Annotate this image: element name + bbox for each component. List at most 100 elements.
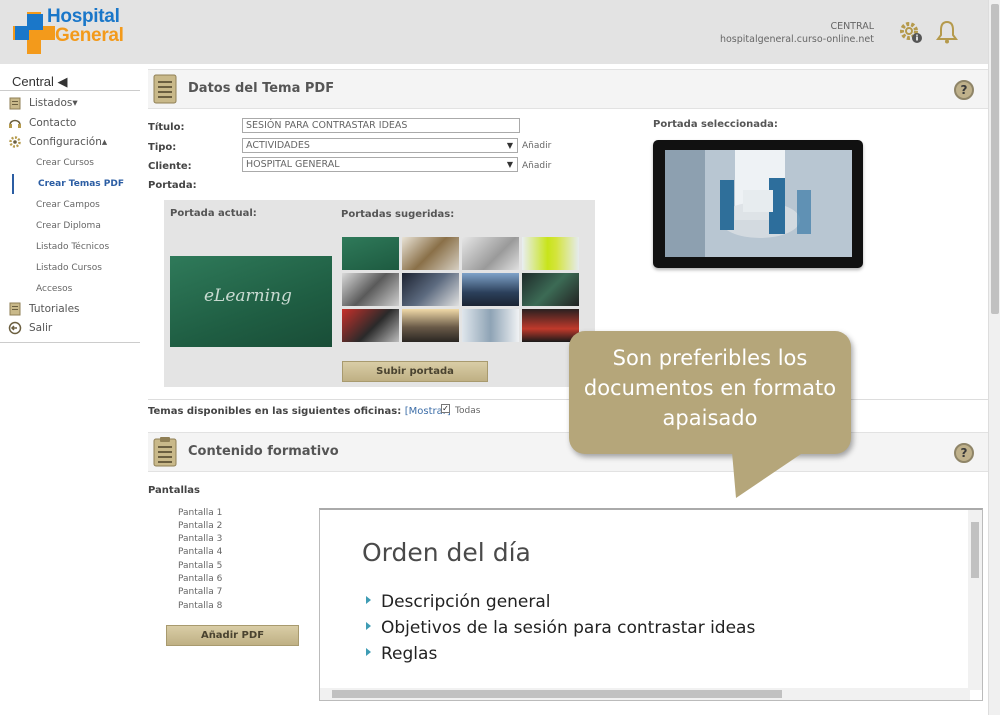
dropdown-arrow-icon: ▼	[506, 141, 513, 150]
page-scrollbar-thumb[interactable]	[991, 4, 999, 314]
portada-label: Portada:	[148, 180, 197, 191]
portada-actual-label: Portada actual:	[170, 208, 257, 219]
suggested-cover-8[interactable]	[522, 273, 579, 306]
sidebar-subitem-accesos[interactable]: Accesos	[36, 284, 72, 294]
sidebar-item-tutoriales[interactable]: Tutoriales	[8, 302, 80, 316]
suggested-cover-1[interactable]	[342, 237, 399, 270]
suggested-cover-3[interactable]	[462, 237, 519, 270]
sidebar-item-label: Salir	[29, 322, 53, 334]
preview-horizontal-thumb[interactable]	[332, 690, 782, 698]
pantalla-item[interactable]: Pantalla 8	[178, 601, 222, 611]
portada-seleccionada-label: Portada seleccionada:	[653, 119, 778, 130]
hospital-logo[interactable]: Hospital General	[13, 6, 138, 57]
panel-title: Contenido formativo	[188, 444, 339, 459]
suggested-covers-grid	[342, 237, 580, 343]
sidebar-item-listados[interactable]: Listados▾	[8, 96, 78, 110]
pantalla-item[interactable]: Pantalla 2	[178, 521, 222, 531]
preview-bullet: Reglas	[366, 644, 437, 664]
sidebar-item-salir[interactable]: Salir	[8, 321, 52, 335]
cliente-label: Cliente:	[148, 161, 192, 172]
panel-contenido-header: Contenido formativo ?	[148, 432, 988, 472]
sidebar-subitem-crear-diploma[interactable]: Crear Diploma	[36, 221, 101, 231]
suggested-cover-5[interactable]	[342, 273, 399, 306]
center-info: CENTRAL hospitalgeneral.curso-online.net	[720, 20, 874, 46]
clipboard-icon	[9, 97, 21, 110]
sidebar-divider	[0, 342, 140, 343]
headset-icon	[9, 119, 21, 128]
tip-line: documentos en formato	[583, 376, 837, 400]
todas-label: Todas	[455, 406, 481, 416]
document-icon	[153, 74, 177, 104]
sidebar-subitem-listado-cursos[interactable]: Listado Cursos	[36, 263, 102, 273]
cliente-add-link[interactable]: Añadir	[522, 161, 551, 171]
suggested-cover-9[interactable]	[342, 309, 399, 342]
current-cover-text: eLearning	[204, 286, 292, 306]
pantalla-item[interactable]: Pantalla 4	[178, 547, 222, 557]
sidebar-title[interactable]: Central ◀	[12, 74, 68, 90]
sidebar-subitem-listado-tecnicos[interactable]: Listado Técnicos	[36, 242, 109, 252]
page-scrollbar[interactable]	[988, 0, 1000, 715]
gear-icon	[9, 136, 21, 148]
titulo-label: Título:	[148, 122, 185, 133]
preview-vertical-thumb[interactable]	[971, 522, 979, 578]
pdf-preview[interactable]: Orden del día Descripción general Objeti…	[319, 508, 983, 701]
sidebar-item-label: Configuración▴	[29, 136, 108, 148]
preview-vertical-scrollbar[interactable]	[968, 510, 982, 690]
pantalla-item[interactable]: Pantalla 7	[178, 587, 222, 597]
todas-checkbox[interactable]: ✓	[441, 404, 450, 413]
exit-icon	[8, 321, 22, 335]
sidebar-subitem-crear-cursos[interactable]: Crear Cursos	[36, 158, 94, 168]
document-icon	[153, 437, 177, 467]
current-cover-image: eLearning	[170, 256, 332, 347]
help-icon[interactable]: ?	[954, 443, 974, 463]
tipo-add-link[interactable]: Añadir	[522, 141, 551, 151]
pantalla-item[interactable]: Pantalla 5	[178, 561, 222, 571]
preview-bullet: Descripción general	[366, 592, 551, 612]
sidebar-subitem-crear-temas-pdf[interactable]: Crear Temas PDF	[38, 179, 124, 189]
pantalla-item[interactable]: Pantalla 1	[178, 508, 222, 518]
sidebar-item-label: Listados▾	[29, 97, 78, 109]
suggested-cover-4[interactable]	[522, 237, 579, 270]
preview-horizontal-scrollbar[interactable]	[320, 688, 970, 700]
tipo-select-value: ACTIVIDADES	[246, 140, 310, 151]
anadir-pdf-button[interactable]: Añadir PDF	[166, 625, 299, 646]
suggested-cover-7[interactable]	[462, 273, 519, 306]
tip-callout-text: Son preferibles los documentos en format…	[569, 343, 851, 433]
sidebar-subitem-crear-campos[interactable]: Crear Campos	[36, 200, 100, 210]
suggested-cover-10[interactable]	[402, 309, 459, 342]
panel-datos-tema-header: Datos del Tema PDF ?	[148, 69, 988, 109]
sidebar-item-label: Contacto	[29, 117, 77, 129]
suggested-cover-6[interactable]	[402, 273, 459, 306]
help-icon[interactable]: ?	[954, 80, 974, 100]
tipo-label: Tipo:	[148, 142, 177, 153]
pantalla-item[interactable]: Pantalla 6	[178, 574, 222, 584]
sidebar-item-label: Tutoriales	[29, 303, 80, 315]
pantalla-item[interactable]: Pantalla 3	[178, 534, 222, 544]
tip-line: Son preferibles los	[612, 346, 808, 370]
portadas-sugeridas-label: Portadas sugeridas:	[341, 209, 455, 220]
tip-line: apaisado	[662, 406, 758, 430]
center-url: hospitalgeneral.curso-online.net	[719, 34, 874, 45]
top-header: Hospital General CENTRAL hospitalgeneral…	[0, 0, 988, 64]
suggested-cover-12[interactable]	[522, 309, 579, 342]
cliente-select-value: HOSPITAL GENERAL	[246, 159, 340, 170]
sidebar-item-contacto[interactable]: Contacto	[8, 116, 76, 130]
subir-portada-button[interactable]: Subir portada	[342, 361, 488, 382]
book-icon	[9, 302, 21, 316]
preview-heading: Orden del día	[362, 538, 531, 567]
sidebar-item-configuracion[interactable]: Configuración▴	[8, 135, 107, 149]
gear-info-icon[interactable]	[897, 18, 925, 46]
selected-cover-preview	[653, 140, 863, 268]
preview-bullet: Objetivos de la sesión para contrastar i…	[366, 618, 755, 638]
cliente-select[interactable]: HOSPITAL GENERAL ▼	[242, 157, 518, 172]
suggested-cover-2[interactable]	[402, 237, 459, 270]
sidebar-divider	[0, 90, 140, 91]
bell-icon[interactable]	[933, 18, 961, 46]
selected-cover-image	[665, 150, 852, 257]
tipo-select[interactable]: ACTIVIDADES ▼	[242, 138, 518, 153]
oficinas-row: Temas disponibles en las siguientes ofic…	[148, 406, 451, 417]
titulo-input[interactable]: SESIÓN PARA CONTRASTAR IDEAS	[242, 118, 520, 133]
logo-text-general: General	[55, 25, 124, 46]
section-divider	[148, 399, 988, 400]
suggested-cover-11[interactable]	[462, 309, 519, 342]
